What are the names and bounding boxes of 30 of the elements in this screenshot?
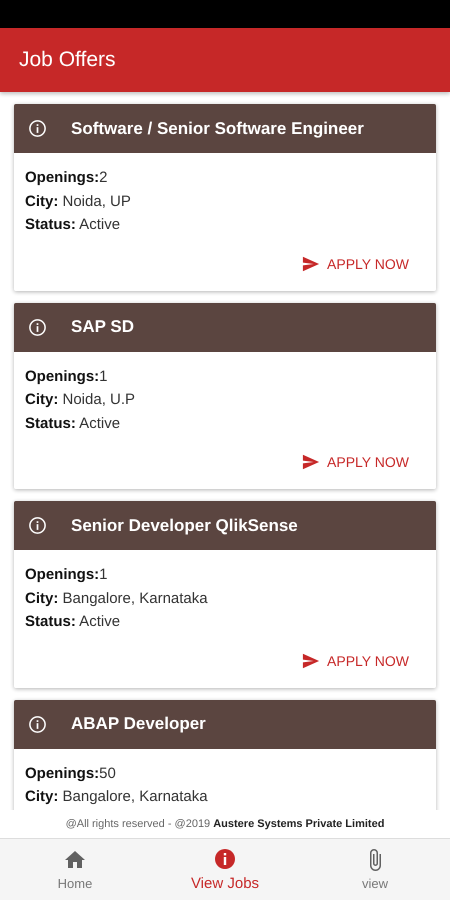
- job-detail: Status: Active: [25, 215, 122, 235]
- nav-tab[interactable]: View Jobs: [150, 839, 300, 900]
- send-icon: [302, 254, 320, 272]
- apply-button[interactable]: APPLY NOW: [298, 646, 413, 676]
- info-icon: [28, 516, 47, 535]
- job-title: ABAP Developer: [71, 714, 206, 734]
- job-detail: City: Noida, U.P: [25, 390, 136, 410]
- nav-tab[interactable]: view: [300, 839, 450, 900]
- apply-button[interactable]: APPLY NOW: [298, 447, 413, 477]
- info-icon: [28, 119, 47, 138]
- job-detail: City: Bangalore, Karnataka: [25, 588, 209, 608]
- job-title: SAP SD: [71, 317, 134, 337]
- info-icon: [213, 847, 237, 871]
- job-title: Software / Senior Software Engineer: [71, 118, 364, 138]
- job-detail: City: Noida, UP: [25, 192, 132, 212]
- app-title: Job Offers: [19, 48, 116, 72]
- job-detail: City: Bangalore, Karnataka: [25, 787, 209, 807]
- send-icon: [302, 652, 320, 670]
- job-detail: Status: Active: [25, 612, 122, 632]
- info-icon: [28, 714, 47, 734]
- nav-tab[interactable]: Home: [0, 839, 150, 900]
- send-icon: [302, 453, 320, 471]
- job-detail: Openings:2: [25, 168, 109, 188]
- job-detail: Openings:1: [25, 366, 109, 386]
- job-title: Senior Developer QlikSense: [71, 516, 298, 536]
- apply-button[interactable]: APPLY NOW: [298, 248, 413, 278]
- info-icon: [28, 318, 47, 336]
- job-detail: Openings:1: [25, 565, 109, 585]
- job-detail: Openings:50: [25, 764, 117, 784]
- job-detail: Status: Active: [25, 414, 122, 434]
